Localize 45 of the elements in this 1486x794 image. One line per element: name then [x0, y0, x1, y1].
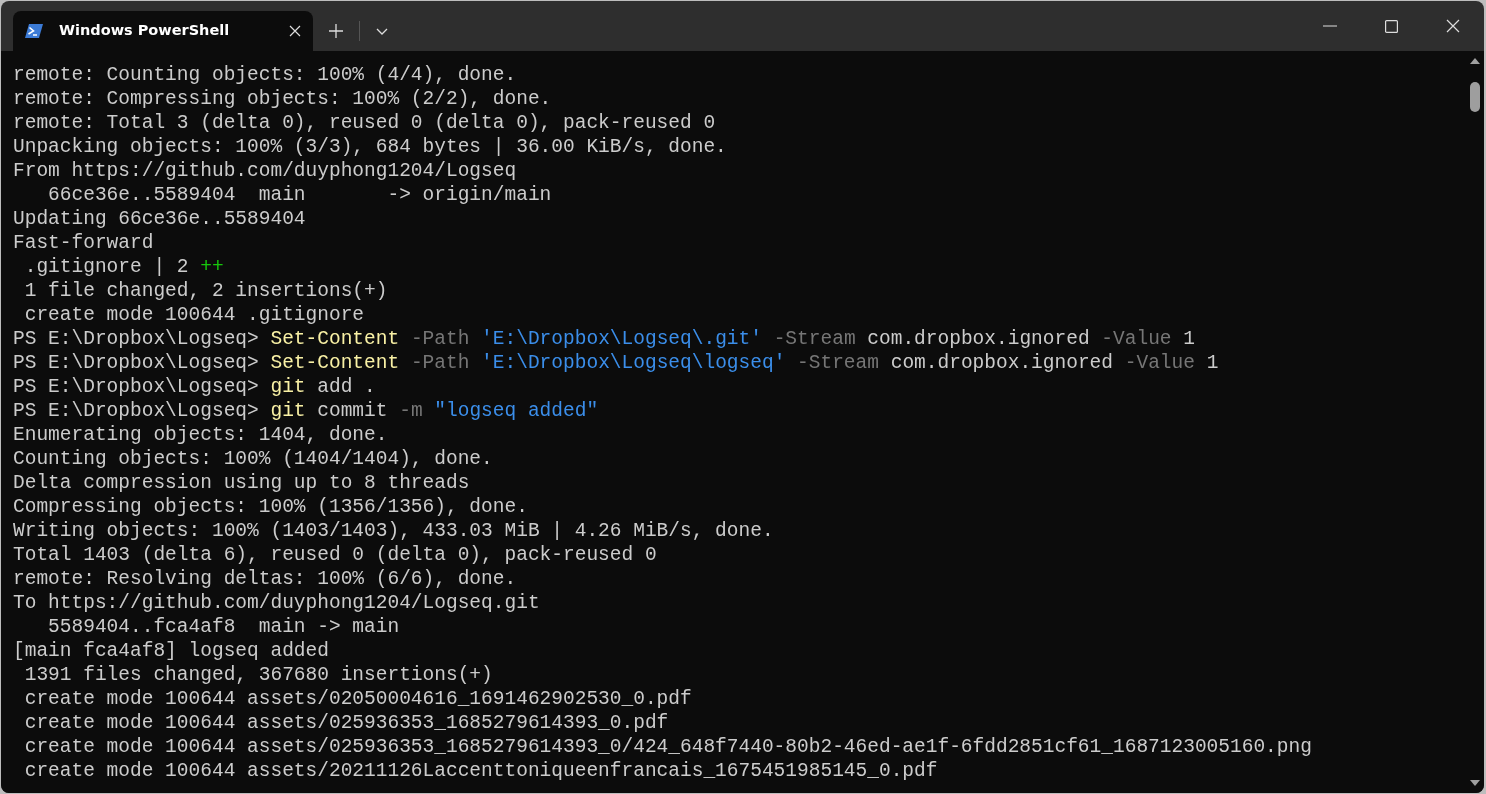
terminal-line: To https://github.com/duyphong1204/Logseq.git — [13, 591, 540, 615]
terminal-line: create mode 100644 assets/025936353_1685279614393_0.pdf — [23, 711, 669, 735]
tab-title: Windows PowerShell — [59, 21, 231, 41]
terminal-line: Compressing objects: 100% (1356/1356), done. — [13, 495, 528, 519]
terminal-line: create mode 100644 assets/20211126Laccenttoniqueenfrancais_1675451985145_0.pdf — [23, 759, 938, 783]
terminal-line: Unpacking objects: 100% (3/3), 684 bytes | 36.00 KiB/s, done. — [13, 135, 727, 159]
terminal-line: remote: Compressing objects: 100% (2/2), done. — [13, 87, 552, 111]
terminal-line: PS E:\Dropbox\Logseq> git add . — [13, 375, 376, 399]
terminal-line: PS E:\Dropbox\Logseq> Set-Content -Path 'E:\Dropbox\Logseq\logseq' -Stream com.dropbox.ignored -Value 1 — [13, 351, 1219, 375]
terminal-line: [main fca4af8] logseq added — [13, 639, 329, 663]
terminal-line: Writing objects: 100% (1403/1403), 433.03 MiB | 4.26 MiB/s, done. — [13, 519, 774, 543]
terminal-line: PS E:\Dropbox\Logseq> Set-Content -Path 'E:\Dropbox\Logseq\.git' -Stream com.dropbox.ignored -Value 1 — [13, 327, 1195, 351]
terminal-line: Total 1403 (delta 6), reused 0 (delta 0), pack-reused 0 — [13, 543, 657, 567]
terminal-line: remote: Counting objects: 100% (4/4), done. — [13, 63, 517, 87]
terminal-line: Counting objects: 100% (1404/1404), done. — [13, 447, 493, 471]
scrollbar-thumb[interactable] — [1470, 82, 1480, 112]
minimize-icon — [1323, 25, 1337, 27]
terminal-line: remote: Total 3 (delta 0), reused 0 (delta 0), pack-reused 0 — [13, 111, 716, 135]
tab[interactable]: Windows PowerShell — [13, 11, 313, 51]
close-icon — [289, 25, 301, 37]
terminal-line: Enumerating objects: 1404, done. — [13, 423, 388, 447]
terminal-line: create mode 100644 assets/025936353_1685279614393_0/424_648f7440-80b2-46ed-ae1f-6fdd2851cf61_1687123005160.png — [23, 735, 1312, 759]
scroll-down-icon[interactable] — [1469, 779, 1481, 787]
terminal-line: create mode 100644 assets/02050004616_1691462902530_0.pdf — [23, 687, 692, 711]
terminal-line: Fast-forward — [13, 231, 154, 255]
dropdown-button[interactable] — [376, 27, 388, 35]
terminal-line: Delta compression using up to 8 threads — [13, 471, 470, 495]
close-icon — [1446, 19, 1460, 33]
terminal-line: .gitignore | 2 ++ — [23, 255, 224, 279]
terminal-line: From https://github.com/duyphong1204/Logseq — [13, 159, 517, 183]
terminal-line: 5589404..fca4af8 main -> main — [47, 615, 400, 639]
terminal-line: create mode 100644 .gitignore — [23, 303, 365, 327]
close-tab-button[interactable] — [289, 25, 301, 37]
terminal-line: 1391 files changed, 367680 insertions(+) — [23, 663, 493, 687]
maximize-icon — [1385, 19, 1398, 33]
powershell-icon — [25, 24, 43, 38]
terminal-line: remote: Resolving deltas: 100% (6/6), done. — [13, 567, 517, 591]
new-tab-button[interactable] — [329, 24, 343, 38]
scroll-up-icon[interactable] — [1469, 57, 1481, 65]
terminal-line: Updating 66ce36e..5589404 — [13, 207, 306, 231]
terminal-line: 66ce36e..5589404 main -> origin/main — [47, 183, 552, 207]
chevron-down-icon — [376, 27, 388, 35]
plus-icon — [329, 24, 343, 38]
terminal-line: PS E:\Dropbox\Logseq> git commit -m "logseq added" — [13, 399, 599, 423]
terminal-line: 1 file changed, 2 insertions(+) — [23, 279, 388, 303]
